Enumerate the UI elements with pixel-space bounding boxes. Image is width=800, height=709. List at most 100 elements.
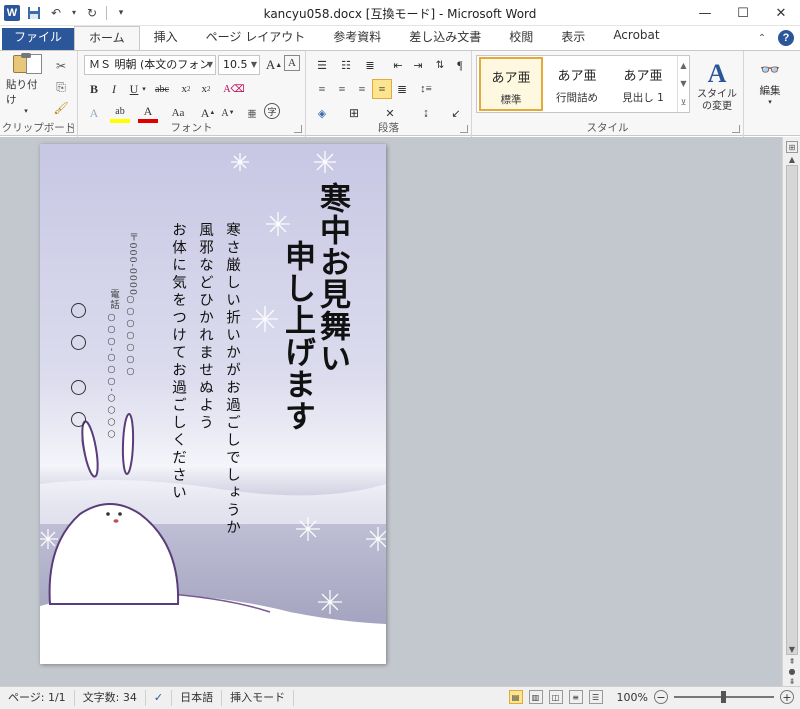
align-center-icon[interactable]: ≡: [332, 79, 352, 99]
zoom-slider-thumb[interactable]: [721, 691, 726, 703]
scroll-up-icon[interactable]: ▲: [786, 153, 798, 165]
ribbon: 貼り付け ▾ ✂ ⎘ 🖌 クリップボード ＭＳ 明朝 (本文のフォン ▼ 10.…: [0, 50, 800, 137]
copy-button[interactable]: ⎘: [52, 78, 70, 96]
change-styles-label: スタイルの変更: [697, 89, 737, 112]
font-size-combo[interactable]: 10.5 ▼: [218, 55, 260, 75]
tab-page-layout[interactable]: ページ レイアウト: [192, 28, 320, 50]
more-icon[interactable]: ⊻: [681, 98, 687, 107]
undo-dropdown-icon[interactable]: ▾: [70, 5, 78, 21]
grow-font-icon[interactable]: A ▲: [264, 55, 284, 75]
redo-icon[interactable]: ↻: [84, 5, 100, 21]
underline-dropdown-icon[interactable]: ▾: [140, 79, 148, 99]
tab-acrobat[interactable]: Acrobat: [599, 28, 673, 50]
maximize-icon[interactable]: ☐: [724, 0, 762, 26]
zoom-out-icon[interactable]: −: [654, 690, 668, 704]
styles-scroll[interactable]: ▲ ▼ ⊻: [677, 56, 689, 112]
style-no-spacing[interactable]: あア亜 行間詰め: [545, 57, 609, 111]
styles-group-label: スタイル: [586, 122, 629, 134]
zoom-slider[interactable]: [674, 691, 774, 703]
editing-button[interactable]: 👓 編集 ▾: [750, 55, 790, 111]
print-layout-view-icon[interactable]: ▤: [508, 690, 523, 704]
chevron-down-icon[interactable]: ▼: [680, 79, 686, 88]
document-page[interactable]: 寒中お見舞い 申し上げます 寒さ厳しい折いかがお過ごしでしょうか 風邪などひかれ…: [40, 144, 386, 664]
tab-insert[interactable]: 挿入: [140, 28, 192, 50]
body-line-2: 風邪などひかれませぬよう: [197, 222, 213, 432]
insert-mode-indicator[interactable]: 挿入モード: [222, 690, 295, 706]
vertical-scrollbar[interactable]: ⊞ ▲ ▼ ⇞ ● ⇟: [782, 137, 800, 686]
decrease-indent-icon[interactable]: ⇤: [388, 55, 408, 75]
paste-dropdown-icon[interactable]: ▾: [24, 107, 28, 115]
tab-view[interactable]: 表示: [547, 28, 599, 50]
enclose-characters-icon[interactable]: 字: [264, 103, 280, 119]
sort-icon[interactable]: ⇅: [430, 55, 450, 75]
proofing-icon[interactable]: ✓: [146, 690, 173, 706]
ruler-toggle-icon[interactable]: ⊞: [786, 141, 798, 153]
save-icon[interactable]: [26, 5, 42, 21]
paragraph-launcher-icon[interactable]: [460, 125, 468, 133]
language-indicator[interactable]: 日本語: [172, 690, 223, 706]
tab-home[interactable]: ホーム: [74, 26, 140, 50]
tab-references[interactable]: 参考資料: [319, 28, 395, 50]
scroll-thumb[interactable]: [786, 165, 798, 655]
style-normal[interactable]: あア亜 標準: [479, 57, 543, 111]
format-painter-button[interactable]: 🖌: [52, 99, 70, 117]
minimize-ribbon-icon[interactable]: ⌃: [754, 30, 770, 46]
title-bar: W ↶ ▾ ↻ ▾ kancyu058.docx [互換モード] - Micro…: [0, 0, 800, 26]
subscript-icon[interactable]: x2: [176, 79, 196, 99]
cut-button[interactable]: ✂: [52, 57, 70, 75]
increase-indent-icon[interactable]: ⇥: [408, 55, 428, 75]
customize-qat-icon[interactable]: ▾: [113, 5, 129, 21]
style-sample: あア亜: [557, 69, 597, 84]
superscript-icon[interactable]: x2: [196, 79, 216, 99]
name-circle: [71, 303, 86, 318]
clear-formatting-icon[interactable]: A⌫: [223, 79, 244, 99]
multilevel-list-icon[interactable]: ≣: [360, 55, 380, 75]
italic-icon[interactable]: I: [104, 79, 124, 99]
close-icon[interactable]: ✕: [762, 0, 800, 26]
body-line-1: 寒さ厳しい折いかがお過ごしでしょうか: [224, 222, 240, 537]
chevron-up-icon[interactable]: ▲: [680, 61, 686, 70]
word-count[interactable]: 文字数: 34: [75, 690, 146, 706]
page-indicator[interactable]: ページ: 1/1: [0, 690, 75, 706]
strikethrough-icon[interactable]: abc: [152, 79, 172, 99]
line-spacing-icon[interactable]: ↕≡: [416, 79, 436, 99]
paste-button[interactable]: 貼り付け ▾: [6, 53, 46, 115]
copy-icon: ⎘: [56, 79, 66, 94]
tab-review[interactable]: 校閲: [495, 28, 547, 50]
scroll-down-icon[interactable]: ▼: [786, 643, 798, 655]
clipboard-launcher-icon[interactable]: [66, 125, 74, 133]
phone-label: 電話: [108, 289, 119, 310]
font-launcher-icon[interactable]: [294, 125, 302, 133]
numbering-icon[interactable]: ☷: [336, 55, 356, 75]
font-dialog-icon[interactable]: A: [284, 55, 300, 71]
change-styles-button[interactable]: A スタイルの変更: [694, 55, 740, 117]
zoom-in-icon[interactable]: +: [780, 690, 794, 704]
full-screen-reading-icon[interactable]: ▥: [528, 690, 543, 704]
tab-mailings[interactable]: 差し込み文書: [395, 28, 495, 50]
draft-view-icon[interactable]: ☰: [588, 690, 603, 704]
outline-view-icon[interactable]: ≡: [568, 690, 583, 704]
justify-icon[interactable]: ≡: [372, 79, 392, 99]
style-heading-1[interactable]: あア亜 見出し 1: [611, 57, 675, 111]
bullets-icon[interactable]: ☰: [312, 55, 332, 75]
font-name-combo[interactable]: ＭＳ 明朝 (本文のフォン ▼: [84, 55, 216, 75]
align-right-icon[interactable]: ≡: [352, 79, 372, 99]
distributed-icon[interactable]: ≣: [392, 79, 412, 99]
chevron-down-icon: ▼: [206, 60, 213, 69]
help-icon[interactable]: ?: [778, 30, 794, 46]
change-styles-icon: A: [707, 59, 727, 88]
styles-launcher-icon[interactable]: [732, 125, 740, 133]
bold-icon[interactable]: B: [84, 79, 104, 99]
name-circle: [71, 335, 86, 350]
web-layout-icon[interactable]: ◫: [548, 690, 563, 704]
ribbon-tabs: ファイル ホーム 挿入 ページ レイアウト 参考資料 差し込み文書 校閲 表示 …: [0, 26, 800, 50]
tab-file[interactable]: ファイル: [2, 28, 75, 50]
show-marks-icon[interactable]: ¶: [450, 55, 470, 75]
align-left-icon[interactable]: ≡: [312, 79, 332, 99]
minimize-icon[interactable]: —: [686, 0, 724, 26]
paragraph-group: ☰ ☷ ≣ ⇤ ⇥ ⇅ ¶ ≡ ≡ ≡ ≡ ≣ ↕≡ ◈ ⊞ ✕ ↨ ↙ 段落: [306, 51, 472, 137]
zoom-level[interactable]: 100%: [617, 691, 648, 704]
status-bar: ページ: 1/1 文字数: 34 ✓ 日本語 挿入モード ▤ ▥ ◫ ≡ ☰ 1…: [0, 686, 800, 709]
word-app-icon[interactable]: W: [4, 4, 20, 21]
undo-icon[interactable]: ↶: [48, 5, 64, 21]
